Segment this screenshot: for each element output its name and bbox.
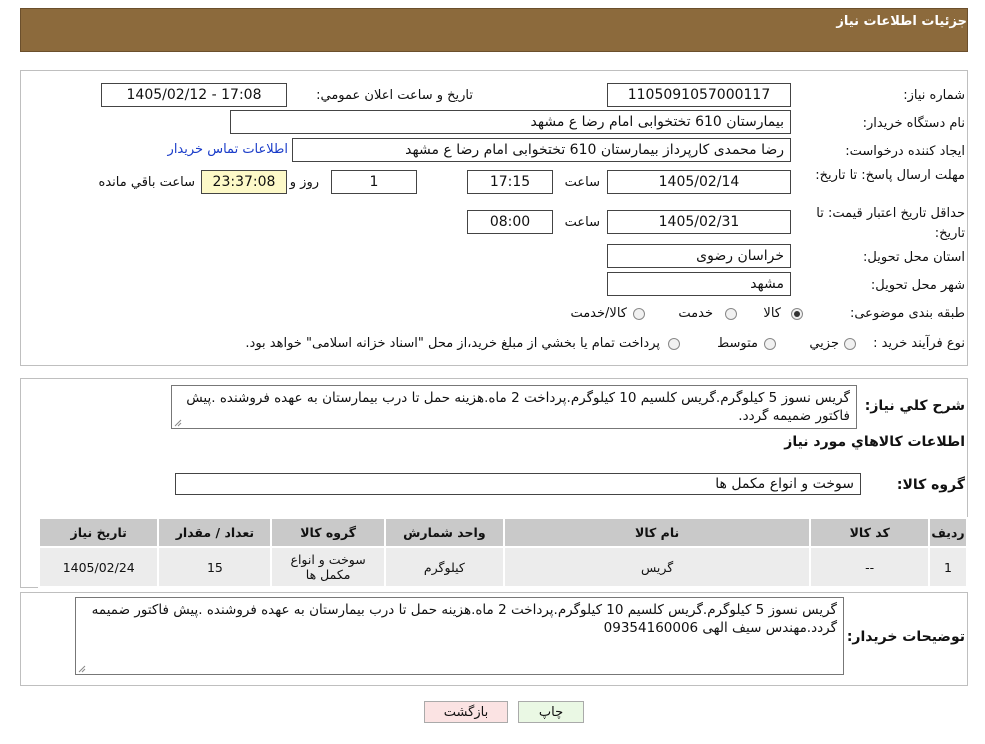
deadline-date-field: 1405/02/14 [607, 170, 791, 194]
category-radio-goods-service[interactable] [633, 308, 645, 320]
col-code: کد کالا [809, 517, 931, 548]
buyer-org-field: بیمارستان 610 تختخوابی امام رضا ع مشهد [230, 110, 791, 134]
validity-date-field: 1405/02/31 [607, 210, 791, 234]
category-radio-goods[interactable] [791, 308, 803, 320]
buyer-notes-label: توضيحات خريدار: [846, 629, 965, 645]
table-row: 1 -- گریس کیلوگرم سوخت و انواع مکمل ها 1… [37, 546, 968, 588]
remaining-label: ساعت باقي مانده [98, 175, 195, 190]
process-label: نوع فرآيند خريد : [873, 336, 965, 351]
cell-code: -- [809, 546, 931, 588]
goods-group-field: سوخت و انواع مکمل ها [175, 473, 861, 495]
col-unit: واحد شمارش [383, 517, 505, 548]
col-row: رديف [928, 517, 968, 548]
city-field: مشهد [607, 272, 791, 296]
category-radio-service[interactable] [725, 308, 737, 320]
goods-table: رديف کد کالا نام کالا واحد شمارش گروه کا… [37, 517, 968, 588]
cell-name: گریس [502, 546, 812, 588]
resize-grip-icon[interactable] [78, 665, 86, 673]
days-field: 1 [331, 170, 417, 194]
creator-label: ايجاد کننده درخواست: [845, 144, 965, 159]
process-radio-treasury[interactable] [668, 338, 680, 350]
creator-field: رضا محمدی کارپرداز بیمارستان 610 تختخواب… [292, 138, 791, 162]
cell-date: 1405/02/24 [37, 546, 160, 588]
validity-label: حداقل تاريخ اعتبار قيمت: تا تاريخ: [816, 206, 965, 241]
deadline-time-label: ساعت [564, 175, 600, 190]
process-radio-medium[interactable] [764, 338, 776, 350]
contact-buyer-link[interactable]: اطلاعات تماس خريدار [168, 142, 288, 157]
deadline-time-field: 17:15 [467, 170, 553, 194]
cell-row: 1 [928, 546, 968, 588]
col-qty: تعداد / مقدار [157, 517, 273, 548]
category-option-goods: کالا [763, 306, 781, 321]
category-option-service: خدمت [678, 306, 713, 321]
buyer-notes-text: گریس نسوز 5 کیلوگرم.گریس کلسیم 10 کیلوگر… [91, 602, 837, 636]
col-name: نام کالا [502, 517, 812, 548]
province-label: استان محل تحويل: [863, 250, 965, 265]
buyer-notes-textarea[interactable]: گریس نسوز 5 کیلوگرم.گریس کلسیم 10 کیلوگر… [75, 597, 844, 675]
process-note: پرداخت تمام يا بخشي از مبلغ خريد،از محل … [245, 336, 660, 351]
col-group: گروه کالا [270, 517, 386, 548]
province-field: خراسان رضوی [607, 244, 791, 268]
deadline-label: مهلت ارسال پاسخ: تا تاريخ: [815, 168, 965, 183]
need-number-label: شماره نیاز: [903, 88, 965, 103]
cell-qty: 15 [157, 546, 273, 588]
category-label: طبقه بندی موضوعی: [849, 306, 965, 321]
announce-field: 1405/02/12 - 17:08 [101, 83, 287, 107]
goods-table-header: رديف کد کالا نام کالا واحد شمارش گروه کا… [37, 517, 968, 548]
category-option-goods-service: کالا/خدمت [570, 306, 627, 321]
back-button[interactable]: بازگشت [424, 701, 508, 723]
announce-label: تاريخ و ساعت اعلان عمومي: [316, 88, 473, 103]
validity-time-label: ساعت [564, 215, 600, 230]
city-label: شهر محل تحويل: [870, 278, 965, 293]
page-header [20, 8, 968, 52]
remaining-time-field: 23:37:08 [201, 170, 287, 194]
validity-time-field: 08:00 [467, 210, 553, 234]
resize-grip-icon[interactable] [174, 419, 182, 427]
buyer-org-label: نام دستگاه خريدار: [862, 116, 965, 131]
summary-textarea[interactable]: گریس نسوز 5 کیلوگرم.گریس کلسیم 10 کیلوگر… [171, 385, 857, 429]
cell-unit: کیلوگرم [383, 546, 505, 588]
days-label: روز و [289, 175, 319, 190]
process-radio-minor[interactable] [844, 338, 856, 350]
goods-section-title: اطلاعات کالاهاي مورد نياز [784, 434, 965, 450]
process-option-medium: متوسط [717, 336, 758, 351]
goods-group-label: گروه کالا: [896, 477, 965, 493]
col-date: تاريخ نياز [37, 517, 160, 548]
summary-label: شرح کلي نياز: [864, 398, 965, 414]
page-title: جزئیات اطلاعات نیاز [836, 14, 967, 29]
cell-group: سوخت و انواع مکمل ها [270, 546, 386, 588]
summary-text: گریس نسوز 5 کیلوگرم.گریس کلسیم 10 کیلوگر… [186, 390, 850, 424]
process-option-minor: جزيي [809, 336, 839, 351]
need-number-field: 1105091057000117 [607, 83, 791, 107]
print-button[interactable]: چاپ [518, 701, 584, 723]
